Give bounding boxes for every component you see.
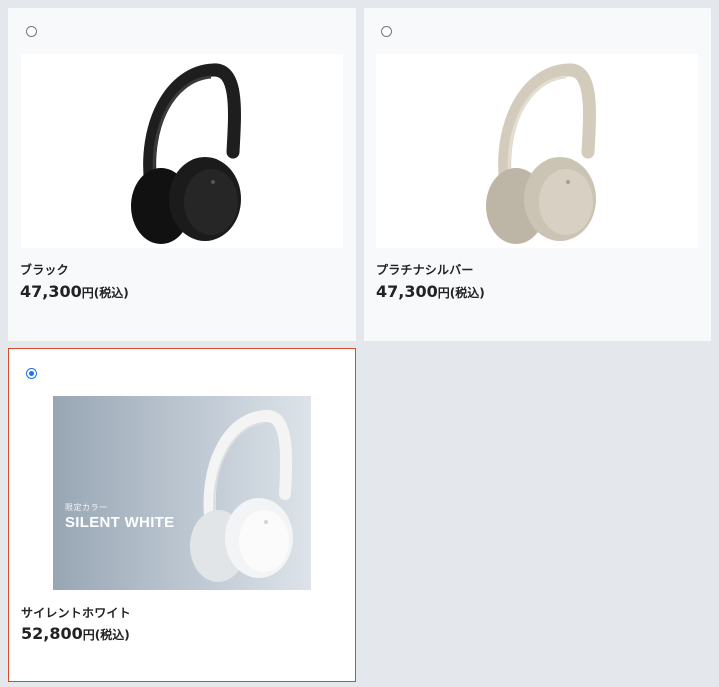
radio-black[interactable] — [26, 26, 37, 37]
headphones-icon — [131, 63, 241, 244]
product-name: サイレントホワイト — [21, 606, 131, 620]
product-image-silent-white: 限定カラー SILENT WHITE — [53, 396, 311, 590]
product-name: プラチナシルバー — [376, 263, 474, 277]
product-image-black — [21, 54, 343, 248]
headphones-icon — [486, 63, 596, 244]
product-price: 47,300円(税込) — [20, 282, 129, 301]
product-price: 47,300円(税込) — [376, 282, 485, 301]
product-option-silent-white[interactable]: 限定カラー SILENT WHITE サイレントホワイト 52,800円(税込) — [8, 348, 356, 682]
product-name: ブラック — [20, 263, 69, 277]
product-image-platinum-silver — [376, 54, 698, 248]
headphones-icon — [190, 410, 293, 582]
product-price: 52,800円(税込) — [21, 624, 130, 643]
radio-silent-white[interactable] — [26, 368, 37, 379]
product-option-platinum-silver[interactable]: プラチナシルバー 47,300円(税込) — [364, 8, 711, 341]
radio-platinum-silver[interactable] — [381, 26, 392, 37]
product-option-black[interactable]: ブラック 47,300円(税込) — [8, 8, 356, 341]
